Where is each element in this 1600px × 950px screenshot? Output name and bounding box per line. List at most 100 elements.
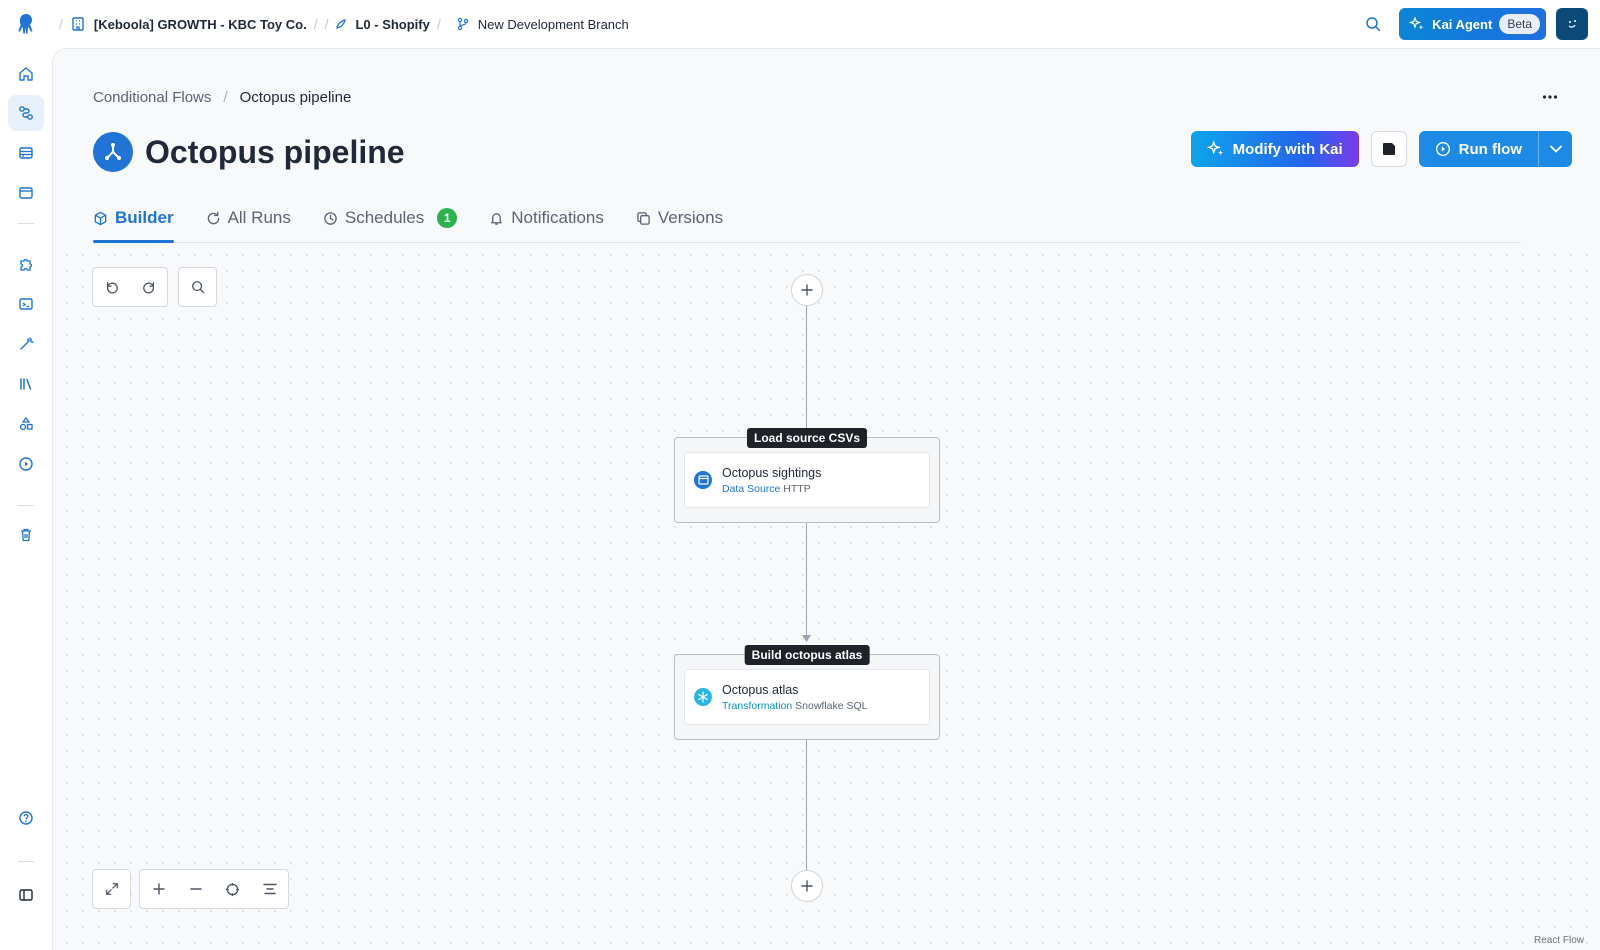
kai-agent-label: Kai Agent	[1432, 16, 1493, 32]
task-meta: Transformation Snowflake SQL	[722, 700, 868, 712]
tab-versions[interactable]: Versions	[636, 195, 723, 241]
phase-build-octopus-atlas[interactable]: Build octopus atlas Octopus atlas Transf…	[674, 645, 940, 740]
sidebar-item-library[interactable]	[8, 366, 44, 402]
task-name: Octopus sightings	[722, 465, 822, 480]
task-name: Octopus atlas	[722, 682, 799, 697]
task-component: HTTP	[783, 482, 811, 495]
plus-icon	[801, 880, 813, 892]
crosshair-icon	[225, 882, 240, 896]
run-flow-split-button: Run flow	[1418, 131, 1572, 167]
phase-label: Load source CSVs	[746, 428, 868, 448]
sparkles-icon	[1409, 16, 1424, 30]
sidebar-item-trash[interactable]	[8, 517, 44, 553]
sidebar-divider	[18, 861, 34, 862]
keboola-logo[interactable]	[0, 0, 52, 48]
library-icon	[20, 378, 32, 390]
sidebar-item-data-apps[interactable]	[8, 406, 44, 442]
auto-layout-button[interactable]	[251, 870, 288, 908]
fullscreen-control	[92, 869, 131, 909]
align-center-icon	[262, 883, 277, 895]
bell-icon	[491, 212, 503, 225]
tab-schedules[interactable]: Schedules 1	[323, 195, 458, 241]
project-switcher[interactable]: L0 - Shopify	[335, 17, 430, 32]
cube-icon	[94, 211, 107, 225]
search-icon	[1366, 17, 1381, 32]
org-switcher[interactable]: [Keboola] GROWTH - KBC Toy Co.	[70, 16, 307, 32]
project-breadcrumb: / [Keboola] GROWTH - KBC Toy Co. / / L0 …	[59, 16, 629, 32]
task-octopus-atlas[interactable]: Octopus atlas Transformation Snowflake S…	[684, 669, 930, 725]
tab-notifications[interactable]: Notifications	[489, 195, 604, 241]
puzzle-icon	[20, 258, 33, 271]
sidebar-divider	[18, 505, 34, 506]
fullscreen-button[interactable]	[93, 870, 130, 908]
kai-agent-button[interactable]: Kai Agent Beta	[1399, 8, 1546, 40]
redo-icon	[142, 281, 154, 294]
plus-icon	[152, 883, 165, 895]
save-button[interactable]	[1370, 131, 1407, 167]
avatar-face-icon	[1568, 20, 1576, 28]
add-phase-bottom-button[interactable]	[791, 870, 823, 902]
clock-icon	[324, 211, 337, 225]
edge-arrow-icon	[802, 635, 811, 642]
react-flow-attribution[interactable]: React Flow	[1531, 934, 1586, 947]
flow-edge	[806, 521, 807, 641]
canvas-search-button[interactable]	[179, 268, 216, 306]
global-search-button[interactable]	[1357, 8, 1389, 40]
sidebar-item-help[interactable]	[8, 800, 44, 836]
octopus-logo-icon	[18, 14, 33, 34]
undo-button[interactable]	[93, 268, 130, 306]
sidebar-item-flows[interactable]	[8, 95, 44, 131]
sidebar-item-templates[interactable]	[8, 326, 44, 362]
redo-button[interactable]	[130, 268, 167, 306]
fit-view-button[interactable]	[214, 870, 251, 908]
zoom-controls	[139, 869, 289, 909]
branch-switcher[interactable]: New Development Branch	[456, 17, 629, 32]
breadcrumb-conditional-flows[interactable]: Conditional Flows	[93, 89, 211, 106]
more-options-button[interactable]	[1536, 85, 1564, 109]
minus-icon	[189, 888, 202, 890]
branching-flow-icon	[105, 143, 121, 160]
snowflake-icon	[694, 688, 712, 706]
more-horizontal-icon	[1542, 95, 1558, 99]
org-name: [Keboola] GROWTH - KBC Toy Co.	[93, 16, 307, 32]
task-octopus-sightings[interactable]: Octopus sightings Data Source HTTP	[684, 452, 930, 508]
flow-edge	[806, 305, 807, 437]
save-icon	[1382, 143, 1395, 155]
sidebar-item-home[interactable]	[8, 56, 44, 92]
history-controls	[92, 267, 168, 307]
project-icon	[336, 19, 347, 29]
run-flow-label: Run flow	[1458, 140, 1522, 158]
sidebar-divider	[18, 223, 34, 224]
run-options-dropdown[interactable]	[1538, 131, 1572, 167]
sidebar-item-workspaces[interactable]	[8, 286, 44, 322]
sidebar-item-storage[interactable]	[8, 135, 44, 171]
modify-with-kai-button[interactable]: Modify with Kai	[1190, 131, 1359, 167]
branch-icon	[457, 17, 468, 31]
plus-icon	[801, 284, 813, 296]
home-icon	[19, 67, 33, 81]
task-component: Snowflake SQL	[795, 699, 868, 712]
sidebar-item-integrations[interactable]	[8, 246, 44, 282]
zoom-in-button[interactable]	[140, 870, 177, 908]
magic-wand-icon	[20, 337, 34, 350]
run-flow-button[interactable]: Run flow	[1419, 131, 1538, 167]
play-circle-icon	[19, 457, 33, 471]
tab-builder-label: Builder	[115, 208, 174, 227]
copy-icon	[637, 211, 650, 225]
user-avatar[interactable]	[1556, 8, 1588, 40]
help-icon	[19, 811, 33, 825]
tab-builder[interactable]: Builder	[93, 195, 174, 243]
tab-all-runs[interactable]: All Runs	[206, 195, 291, 241]
branch-name: New Development Branch	[477, 16, 629, 32]
sidebar-collapse-toggle[interactable]	[8, 877, 44, 913]
phase-load-source-csvs[interactable]: Load source CSVs Octopus sightings Data …	[674, 428, 940, 523]
add-phase-top-button[interactable]	[791, 274, 823, 306]
breadcrumb-current: Octopus pipeline	[239, 89, 352, 106]
sidebar-item-jobs[interactable]	[8, 446, 44, 482]
zoom-out-button[interactable]	[177, 870, 214, 908]
sidebar-item-components[interactable]	[8, 175, 44, 211]
page-title: Octopus pipeline	[145, 133, 405, 170]
data-source-icon	[694, 471, 712, 489]
task-meta: Data Source HTTP	[722, 483, 821, 495]
breadcrumb-separator: /	[223, 89, 228, 106]
